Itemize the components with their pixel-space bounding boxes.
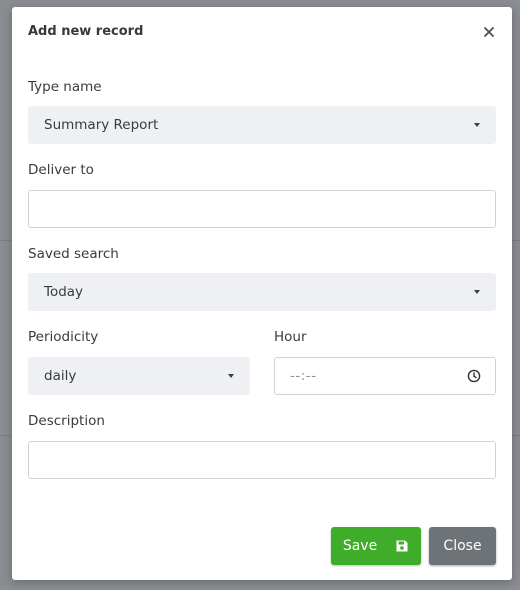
close-icon[interactable] [482,25,496,39]
type-name-label: Type name [28,79,102,95]
dialog-title: Add new record [28,24,144,39]
save-button[interactable]: Save [331,527,421,565]
save-button-label: Save [342,538,378,554]
clock-icon[interactable] [467,369,481,383]
deliver-to-input[interactable] [28,190,496,228]
saved-search-select[interactable]: Today [28,273,496,311]
add-record-dialog: Add new record Type name Summary Report … [12,7,512,580]
saved-search-label: Saved search [28,246,119,262]
deliver-to-label: Deliver to [28,162,94,178]
hour-label: Hour [274,329,307,345]
hour-value: --:-- [290,368,317,384]
description-label: Description [28,413,105,429]
hour-input[interactable]: --:-- [274,357,496,395]
close-button-label: Close [443,538,482,554]
periodicity-label: Periodicity [28,329,99,345]
description-input[interactable] [28,441,496,479]
floppy-disk-icon [395,539,409,553]
type-name-select[interactable]: Summary Report [28,106,496,144]
periodicity-select[interactable]: daily [28,357,250,395]
chevron-down-icon [474,290,480,294]
close-button[interactable]: Close [429,527,496,565]
periodicity-value: daily [44,368,77,384]
type-name-value: Summary Report [44,117,159,133]
chevron-down-icon [474,123,480,127]
saved-search-value: Today [44,284,84,300]
chevron-down-icon [228,374,234,378]
